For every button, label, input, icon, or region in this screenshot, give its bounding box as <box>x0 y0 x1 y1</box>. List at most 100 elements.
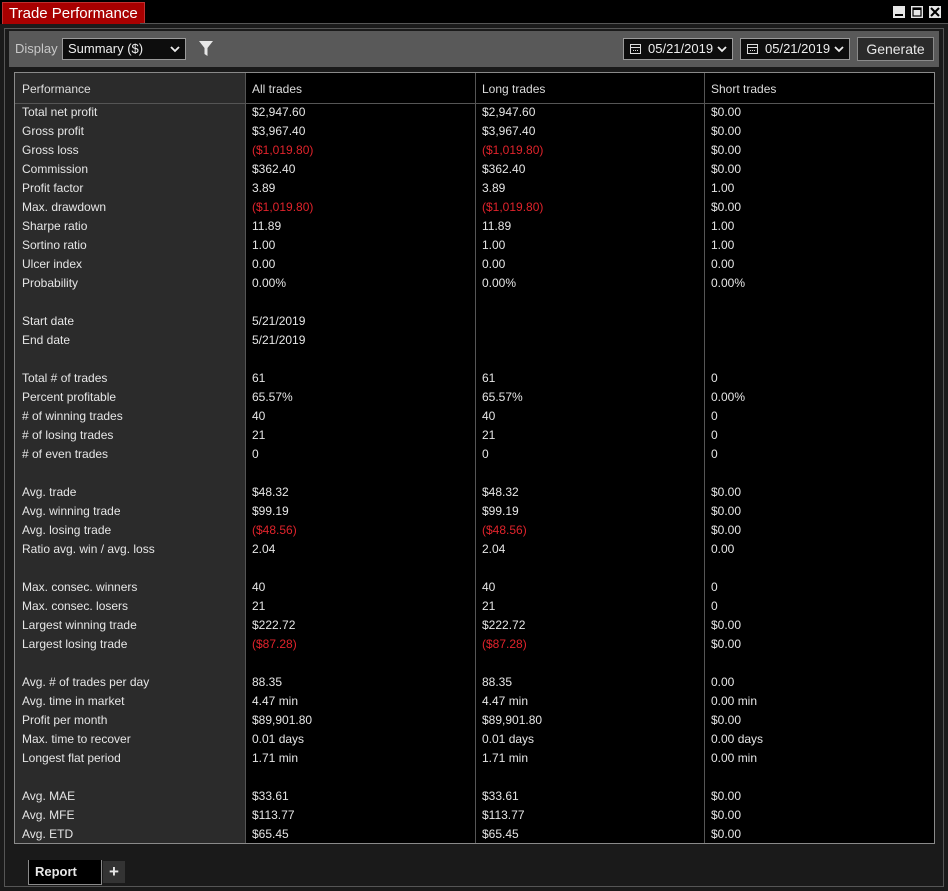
display-select[interactable]: Summary ($) <box>62 38 186 60</box>
all-trades-value: 88.35 <box>252 675 283 689</box>
row-label: Largest losing trade <box>22 637 128 651</box>
row-label: Gross loss <box>22 143 79 157</box>
all-trades-value: $3,967.40 <box>252 124 306 138</box>
table-row: Percent profitable 65.57% 65.57% 0.00% <box>15 388 934 407</box>
long-trades-value: 3.89 <box>482 181 506 195</box>
table-row: Total net profit $2,947.60 $2,947.60 $0.00 <box>15 103 934 122</box>
maximize-icon <box>912 7 922 17</box>
all-trades-value: $222.72 <box>252 618 296 632</box>
table-row: Profit per month $89,901.80 $89,901.80 $0.0… <box>15 711 934 730</box>
header-long-trades: Long trades <box>482 82 546 96</box>
close-icon <box>930 7 940 17</box>
long-trades-value: 88.35 <box>482 675 513 689</box>
table-row: Commission $362.40 $362.40 $0.00 <box>15 160 934 179</box>
performance-report: Performance All trades Long trades Short… <box>14 72 935 844</box>
row-label: Gross profit <box>22 124 85 138</box>
filter-icon[interactable] <box>199 41 213 57</box>
row-label: Max. time to recover <box>22 732 131 746</box>
short-trades-value: 1.00 <box>711 219 735 233</box>
table-row: Max. consec. losers 21 21 0 <box>15 597 934 616</box>
row-label: Probability <box>22 276 79 290</box>
maximize-button[interactable] <box>910 5 924 19</box>
short-trades-value: 0 <box>711 599 718 613</box>
long-trades-value: $65.45 <box>482 827 519 841</box>
all-trades-value: 4.47 min <box>252 694 299 708</box>
add-tab-button[interactable]: + <box>103 861 125 883</box>
generate-button[interactable]: Generate <box>857 37 934 61</box>
long-trades-value: ($87.28) <box>482 637 527 651</box>
long-trades-value: 2.04 <box>482 542 506 556</box>
all-trades-value: $48.32 <box>252 485 289 499</box>
all-trades-value: ($87.28) <box>252 637 297 651</box>
row-label: Avg. MAE <box>22 789 76 803</box>
table-row: Ratio avg. win / avg. loss 2.04 2.04 0.00 <box>15 540 934 559</box>
long-trades-value: $48.32 <box>482 485 519 499</box>
table-row: Avg. trade $48.32 $48.32 $0.00 <box>15 483 934 502</box>
row-label: Ulcer index <box>22 257 83 271</box>
all-trades-value: $99.19 <box>252 504 289 518</box>
all-trades-value: $2,947.60 <box>252 105 306 119</box>
close-button[interactable] <box>928 5 942 19</box>
all-trades-value: 21 <box>252 428 266 442</box>
table-row: Sharpe ratio 11.89 11.89 1.00 <box>15 217 934 236</box>
long-trades-value: 65.57% <box>482 390 523 404</box>
long-trades-value: 0.00% <box>482 276 517 290</box>
long-trades-value: 0.01 days <box>482 732 535 746</box>
row-label: # of losing trades <box>22 428 114 442</box>
row-label: Avg. time in market <box>22 694 125 708</box>
row-label: Avg. ETD <box>22 827 74 841</box>
row-label: Avg. winning trade <box>22 504 121 518</box>
minimize-icon <box>895 14 903 16</box>
long-trades-value: 11.89 <box>482 219 512 233</box>
short-trades-value: 0 <box>711 447 718 461</box>
all-trades-value: 61 <box>252 371 266 385</box>
table-row: Max. time to recover 0.01 days 0.01 days 0.… <box>15 730 934 749</box>
to-date-picker[interactable]: 05/21/2019 <box>740 38 850 60</box>
long-trades-value: 21 <box>482 428 496 442</box>
all-trades-value: 0.00 <box>252 257 276 271</box>
short-trades-value: $0.00 <box>711 504 742 518</box>
row-label: Max. drawdown <box>22 200 107 214</box>
all-trades-value: 2.04 <box>252 542 276 556</box>
header-all-trades: All trades <box>252 82 303 96</box>
row-label: # of winning trades <box>22 409 123 423</box>
all-trades-value: $89,901.80 <box>252 713 313 727</box>
row-label: Avg. # of trades per day <box>22 675 150 689</box>
all-trades-value: 0.01 days <box>252 732 305 746</box>
all-trades-value: ($48.56) <box>252 523 297 537</box>
all-trades-value: 40 <box>252 580 266 594</box>
row-label: Avg. trade <box>22 485 77 499</box>
short-trades-value: $0.00 <box>711 162 742 176</box>
long-trades-value: $89,901.80 <box>482 713 543 727</box>
table-row: Gross loss ($1,019.80) ($1,019.80) $0.00 <box>15 141 934 160</box>
long-trades-value: $99.19 <box>482 504 519 518</box>
long-trades-value: 0 <box>482 447 489 461</box>
table-row: Avg. losing trade ($48.56) ($48.56) $0.00 <box>15 521 934 540</box>
short-trades-value: $0.00 <box>711 485 742 499</box>
all-trades-value: ($1,019.80) <box>252 143 314 157</box>
table-row: Avg. ETD $65.45 $65.45 $0.00 <box>15 825 934 843</box>
short-trades-value: 0 <box>711 580 718 594</box>
from-date-picker[interactable]: 05/21/2019 <box>623 38 733 60</box>
all-trades-value: 40 <box>252 409 266 423</box>
minimize-button[interactable] <box>892 5 906 19</box>
all-trades-value: 1.71 min <box>252 751 299 765</box>
table-row: Max. consec. winners 40 40 0 <box>15 578 934 597</box>
short-trades-value: 0.00 <box>711 257 735 271</box>
table-row <box>15 768 934 787</box>
short-trades-value: 0 <box>711 371 718 385</box>
long-trades-value: $33.61 <box>482 789 519 803</box>
tab-report[interactable]: Report <box>28 860 102 885</box>
to-date-value: 05/21/2019 <box>765 41 831 56</box>
all-trades-value: $65.45 <box>252 827 289 841</box>
table-row: Avg. time in market 4.47 min 4.47 min 0.00 … <box>15 692 934 711</box>
row-label: Profit factor <box>22 181 84 195</box>
table-row: Start date 5/21/2019 <box>15 312 934 331</box>
all-trades-value: $33.61 <box>252 789 289 803</box>
all-trades-value: ($1,019.80) <box>252 200 314 214</box>
long-trades-value: 40 <box>482 580 496 594</box>
short-trades-value: $0.00 <box>711 523 742 537</box>
header-short-trades: Short trades <box>711 82 777 96</box>
short-trades-value: $0.00 <box>711 143 742 157</box>
table-row <box>15 464 934 483</box>
